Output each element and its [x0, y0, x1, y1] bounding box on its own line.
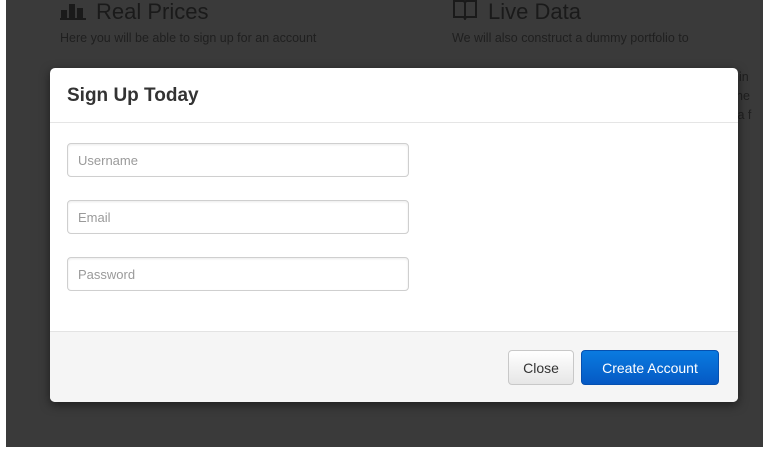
- password-input[interactable]: [67, 257, 409, 291]
- email-input[interactable]: [67, 200, 409, 234]
- modal-footer: Close Create Account: [50, 331, 738, 402]
- book-icon: [452, 0, 478, 26]
- screen: Real Prices Here you will be able to sig…: [0, 0, 763, 452]
- feature-description: We will also construct a dummy portfolio…: [452, 31, 689, 45]
- feature-description: Here you will be able to sign up for an …: [60, 31, 317, 45]
- close-button[interactable]: Close: [508, 350, 574, 385]
- feature-text-fragment: he: [736, 89, 750, 103]
- bar-chart-icon: [60, 0, 86, 26]
- modal-header: Sign Up Today: [50, 68, 738, 123]
- username-input[interactable]: [67, 143, 409, 177]
- feature-heading: Live Data: [452, 0, 689, 30]
- feature-heading-text: Live Data: [488, 0, 581, 24]
- modal-title: Sign Up Today: [67, 84, 199, 106]
- feature-heading: Real Prices: [60, 0, 316, 30]
- feature-live-data: Live Data We will also construct a dummy…: [452, 0, 689, 45]
- feature-heading-text: Real Prices: [96, 0, 209, 24]
- create-account-button[interactable]: Create Account: [581, 350, 719, 385]
- feature-real-prices: Real Prices Here you will be able to sig…: [60, 0, 316, 45]
- signup-modal: Sign Up Today Close Create Account: [50, 68, 738, 402]
- modal-body: [50, 123, 738, 331]
